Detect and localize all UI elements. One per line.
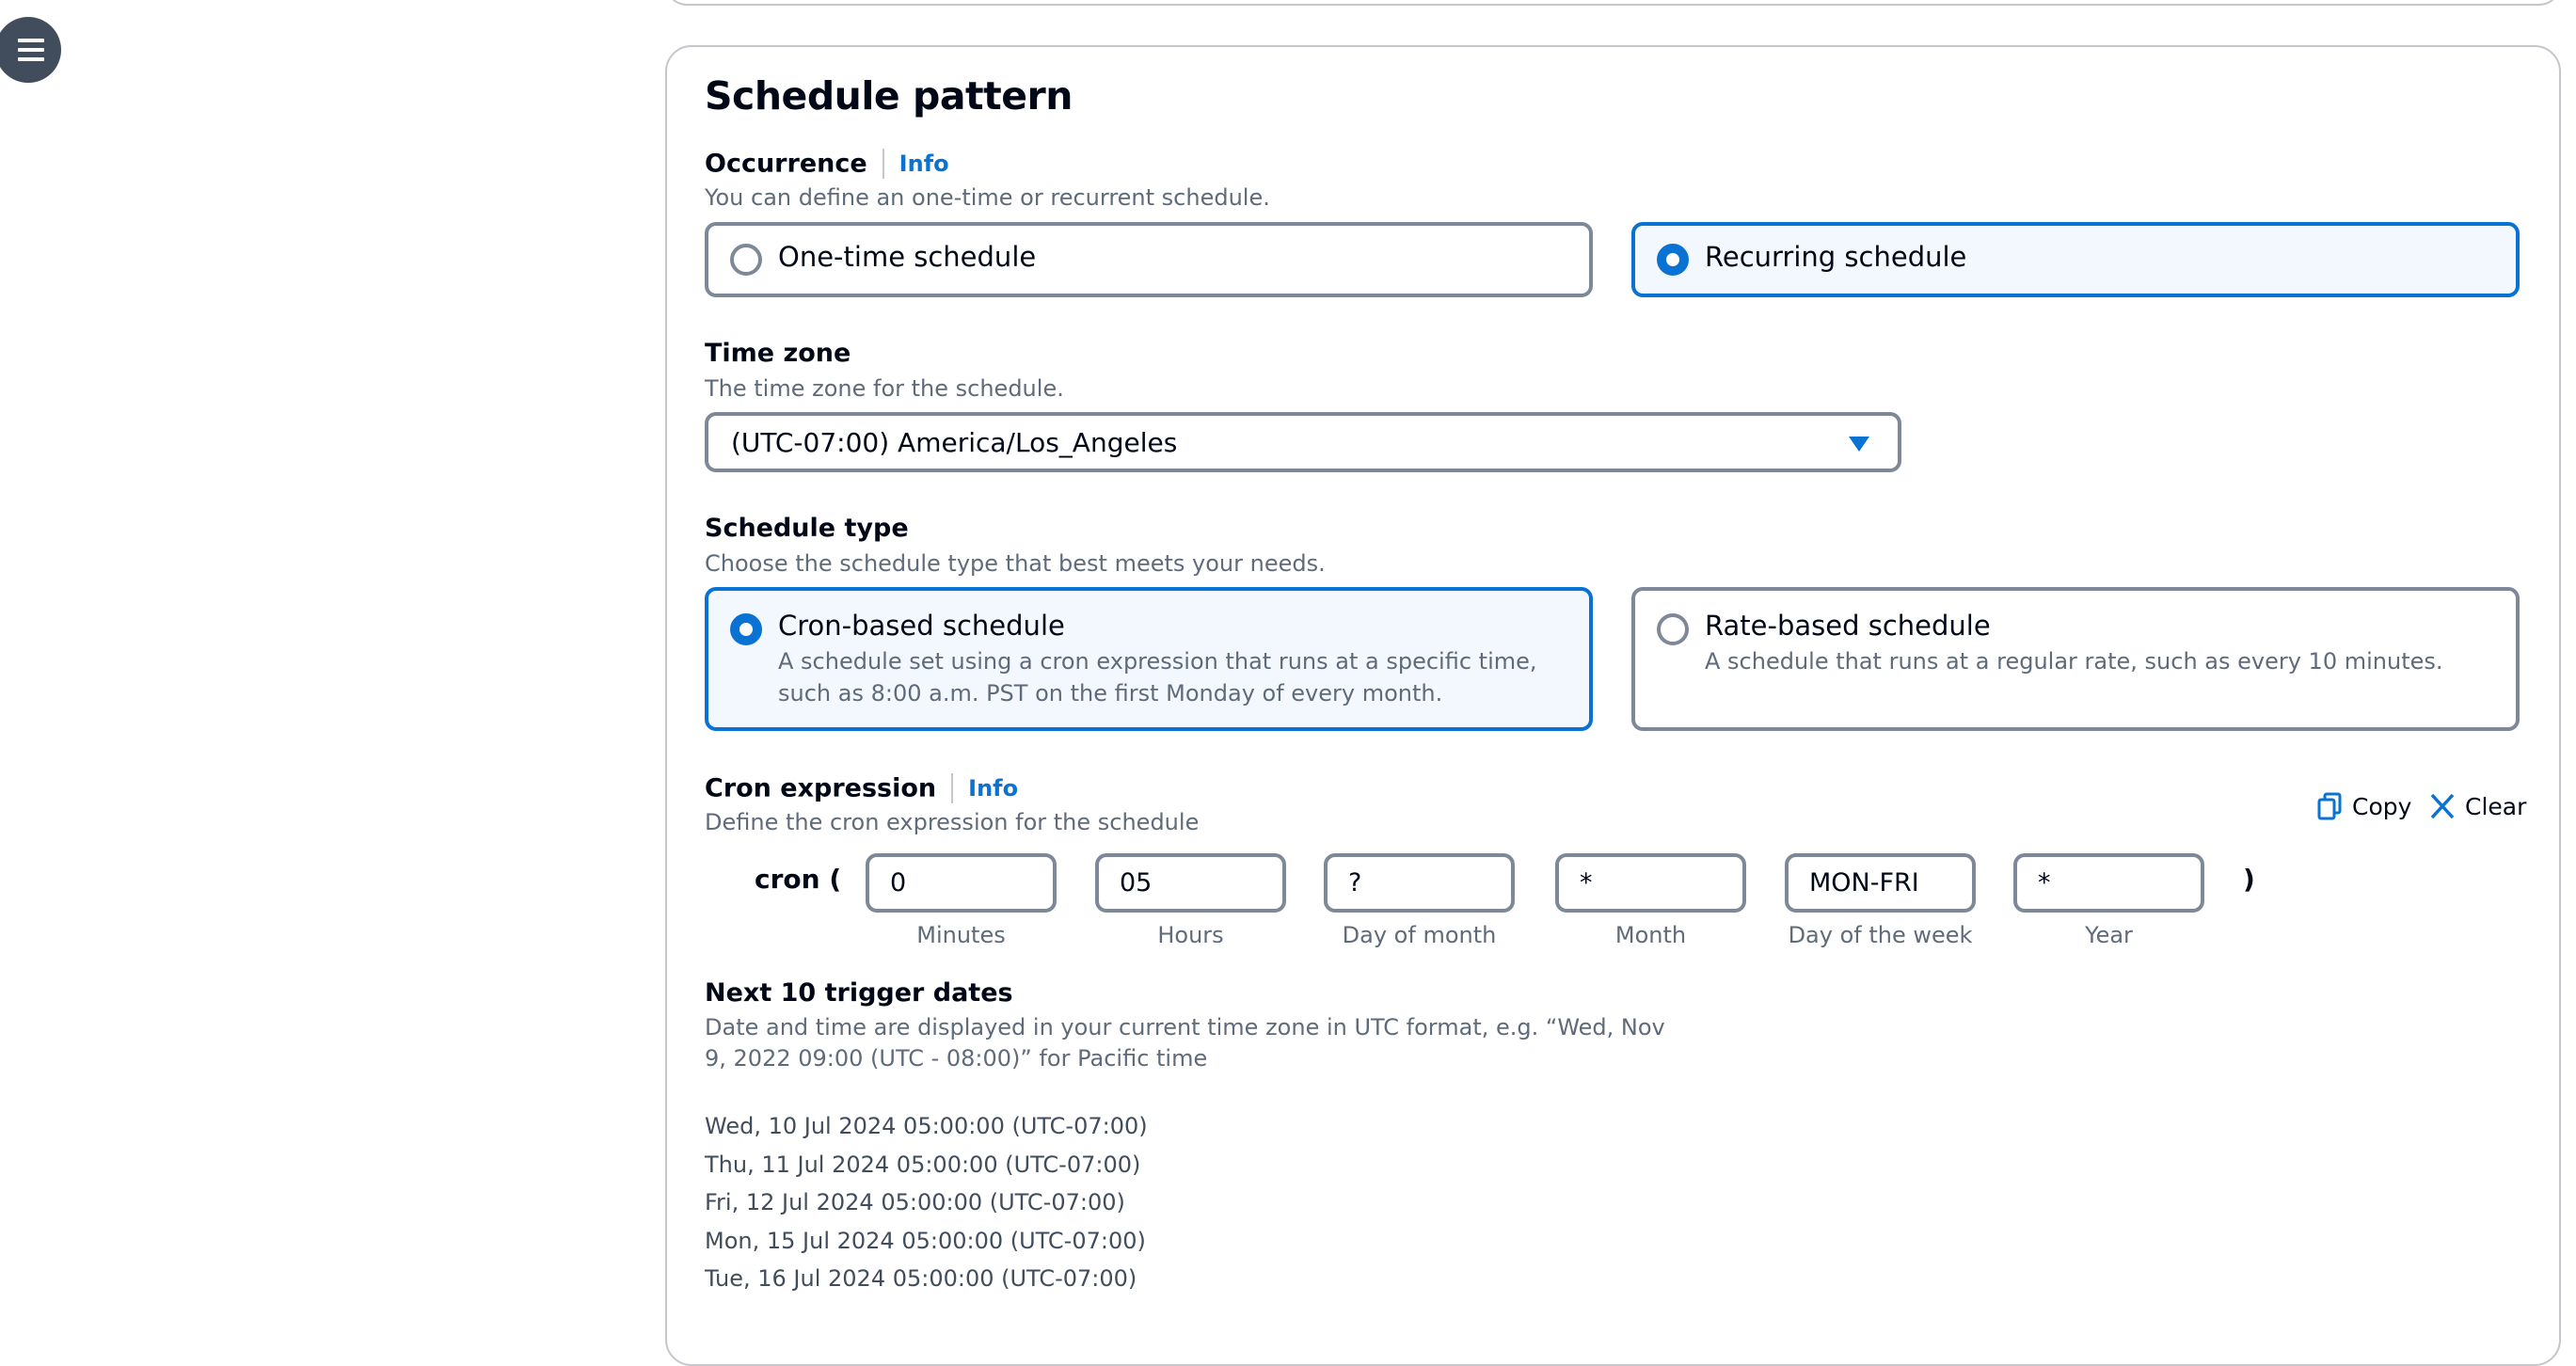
clear-label: Clear (2465, 792, 2527, 820)
radio-unchecked-icon[interactable] (730, 244, 762, 276)
rate-based-schedule-description: A schedule that runs at a regular rate, … (1705, 648, 2443, 675)
timezone-select[interactable]: (UTC-07:00) America/Los_Angeles (705, 412, 1901, 472)
occurrence-label: Occurrence (705, 149, 867, 179)
schedule-type-label: Schedule type (705, 514, 909, 543)
trigger-date-item: Fri, 12 Jul 2024 05:00:00 (UTC-07:00) (705, 1189, 1125, 1215)
cron-based-schedule-option[interactable]: Cron-based schedule A schedule set using… (705, 587, 1593, 731)
one-time-schedule-label: One-time schedule (778, 241, 1037, 273)
cron-month-caption: Month (1614, 922, 1687, 948)
menu-toggle-button[interactable] (0, 17, 61, 83)
trigger-date-item: Thu, 11 Jul 2024 05:00:00 (UTC-07:00) (705, 1152, 1141, 1178)
copy-button[interactable]: Copy (2316, 792, 2411, 820)
cron-based-schedule-label: Cron-based schedule (778, 610, 1065, 642)
timezone-description: The time zone for the schedule. (705, 375, 1064, 402)
section-title: Schedule pattern (705, 73, 1073, 119)
hamburger-menu-icon (18, 39, 44, 61)
cron-hours-input[interactable] (1095, 853, 1286, 913)
one-time-schedule-option[interactable]: One-time schedule (705, 222, 1593, 297)
recurring-schedule-option[interactable]: Recurring schedule (1631, 222, 2520, 297)
cron-day-of-month-caption: Day of month (1342, 922, 1497, 948)
cron-month-input[interactable] (1555, 853, 1746, 913)
occurrence-description: You can define an one-time or recurrent … (705, 184, 1270, 211)
cron-day-of-month-input[interactable] (1324, 853, 1515, 913)
clear-button[interactable]: Clear (2429, 792, 2526, 820)
trigger-dates-description-line2: 9, 2022 09:00 (UTC - 08:00)” for Pacific… (705, 1045, 1208, 1072)
trigger-date-item: Wed, 10 Jul 2024 05:00:00 (UTC-07:00) (705, 1113, 1148, 1139)
radio-unchecked-icon[interactable] (1657, 613, 1689, 645)
timezone-label: Time zone (705, 339, 851, 368)
trigger-dates-label: Next 10 trigger dates (705, 978, 1013, 1008)
schedule-type-description: Choose the schedule type that best meets… (705, 550, 1326, 577)
radio-checked-icon[interactable] (1657, 244, 1689, 276)
copy-icon (2317, 792, 2342, 820)
cron-prefix: cron ( (755, 864, 842, 895)
close-icon (2430, 793, 2455, 819)
recurring-schedule-label: Recurring schedule (1705, 241, 1967, 273)
cron-info-link[interactable]: Info (968, 775, 1018, 802)
caret-down-icon (1849, 437, 1869, 452)
cron-day-of-week-caption: Day of the week (1788, 922, 1973, 948)
cron-day-of-week-input[interactable] (1785, 853, 1976, 913)
cron-minutes-caption: Minutes (916, 922, 1006, 948)
trigger-date-item: Tue, 16 Jul 2024 05:00:00 (UTC-07:00) (705, 1265, 1137, 1292)
previous-section-card (665, 0, 2561, 6)
cron-minutes-input[interactable] (866, 853, 1057, 913)
cron-expression-description: Define the cron expression for the sched… (705, 809, 1200, 835)
rate-based-schedule-option[interactable]: Rate-based schedule A schedule that runs… (1631, 587, 2520, 731)
trigger-date-item: Mon, 15 Jul 2024 05:00:00 (UTC-07:00) (705, 1228, 1146, 1254)
trigger-dates-description-line1: Date and time are displayed in your curr… (705, 1014, 1665, 1040)
divider (951, 773, 954, 803)
cron-suffix: ) (2243, 864, 2255, 895)
radio-checked-icon[interactable] (730, 613, 762, 645)
cron-expression-label: Cron expression (705, 773, 937, 803)
cron-expression-header: Cron expression Info (705, 773, 1018, 803)
timezone-value: (UTC-07:00) America/Los_Angeles (731, 427, 1178, 458)
rate-based-schedule-label: Rate-based schedule (1705, 610, 1991, 642)
cron-hours-caption: Hours (1157, 922, 1224, 948)
copy-label: Copy (2352, 792, 2412, 820)
occurrence-header: Occurrence Info (705, 149, 949, 179)
occurrence-info-link[interactable]: Info (899, 151, 949, 177)
cron-year-caption: Year (2085, 922, 2133, 948)
cron-year-input[interactable] (2013, 853, 2204, 913)
cron-based-schedule-description: A schedule set using a cron expression t… (778, 648, 1537, 707)
divider (882, 149, 884, 179)
